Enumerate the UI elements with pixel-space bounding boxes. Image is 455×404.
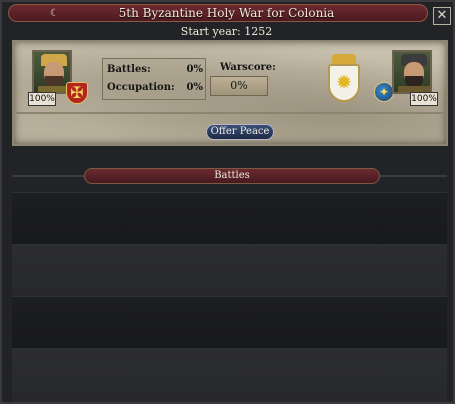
defender-strength: 100%	[410, 92, 438, 106]
cross-shield-icon[interactable]: ✠	[66, 82, 88, 104]
occupation-value: 0%	[186, 82, 203, 93]
defender-portrait[interactable]	[392, 50, 432, 94]
battle-row[interactable]	[12, 296, 447, 348]
battle-row[interactable]	[12, 192, 447, 244]
close-icon: ✕	[436, 8, 448, 23]
sun-coat-of-arms-icon[interactable]: ✹	[328, 64, 360, 102]
battle-row[interactable]	[12, 348, 447, 402]
warscore-value: 0%	[210, 76, 268, 96]
war-stats: Battles: 0% Occupation: 0%	[102, 58, 206, 100]
panel-divider	[16, 112, 444, 114]
battles-value: 0%	[186, 64, 203, 75]
attacker-strength: 100%	[28, 92, 56, 106]
occupation-label: Occupation:	[107, 82, 175, 93]
battles-label: Battles:	[107, 64, 151, 75]
war-summary-panel: 100% ✠ Battles: 0% Occupation: 0% Warsco…	[12, 40, 448, 146]
start-year: Start year: 1252	[180, 25, 273, 38]
offer-peace-button[interactable]: Offer Peace	[206, 124, 274, 140]
close-button[interactable]: ✕	[433, 7, 451, 25]
orb-icon[interactable]: ✦	[374, 82, 394, 102]
war-title: 5th Byzantine Holy War for Colonia	[118, 6, 335, 20]
war-window: ☾ 5th Byzantine Holy War for Colonia ✕ S…	[0, 0, 455, 404]
warscore-label: Warscore:	[220, 62, 276, 73]
battle-row[interactable]	[12, 244, 447, 296]
crown-icon	[332, 54, 356, 64]
battles-header: Battles	[84, 168, 380, 184]
